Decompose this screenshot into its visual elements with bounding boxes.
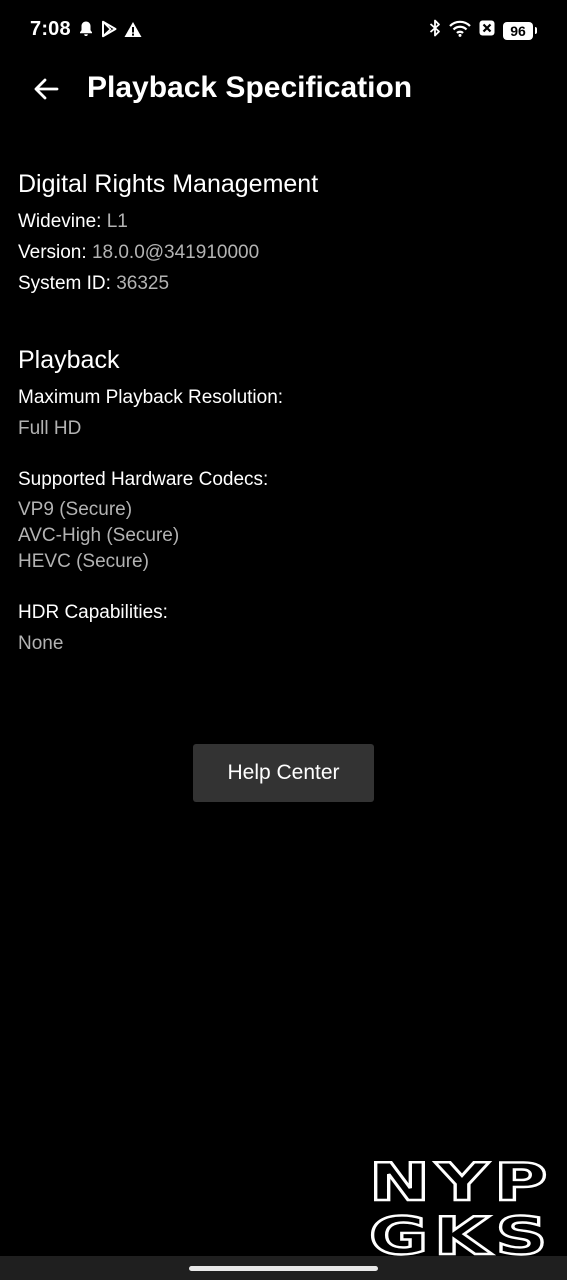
battery-indicator: 96 <box>503 21 533 40</box>
widevine-value: L1 <box>106 211 128 232</box>
codec-item: HEVC (Secure) <box>18 551 149 572</box>
system-icons: 96 <box>429 19 537 42</box>
wifi-icon <box>449 20 471 42</box>
close-box-icon <box>479 20 495 41</box>
drm-section: Digital Rights Management Widevine: L1 V… <box>18 166 548 299</box>
playback-section: Playback Maximum Playback Resolution: Fu… <box>18 342 548 659</box>
codecs-label: Supported Hardware Codecs: <box>18 469 269 490</box>
hdr-label: HDR Capabilities: <box>18 602 168 623</box>
arrow-left-icon <box>33 77 59 106</box>
navigation-bar <box>0 1256 567 1280</box>
hdr-value: None <box>18 633 64 654</box>
system-id-row: System ID: 36325 <box>18 268 548 299</box>
codec-item: VP9 (Secure) <box>18 499 133 520</box>
version-label: Version: <box>18 242 87 263</box>
system-id-label: System ID: <box>18 273 111 294</box>
max-resolution-label: Maximum Playback Resolution: <box>18 387 284 408</box>
spec-content: Digital Rights Management Widevine: L1 V… <box>18 166 548 659</box>
nypgks-watermark-logo: NYP GKS <box>368 1152 553 1260</box>
status-bar: 7:08 96 <box>0 0 567 62</box>
back-button[interactable] <box>24 69 68 113</box>
version-value: 18.0.0@341910000 <box>91 242 260 263</box>
playback-heading: Playback <box>18 346 120 374</box>
version-row: Version: 18.0.0@341910000 <box>18 237 548 268</box>
home-indicator[interactable] <box>189 1266 378 1271</box>
page-title: Playback Specification <box>87 71 413 104</box>
drm-heading: Digital Rights Management <box>18 170 319 198</box>
help-center-button[interactable]: Help Center <box>193 744 374 802</box>
bell-icon <box>78 20 94 43</box>
warning-icon <box>124 21 142 43</box>
widevine-row: Widevine: L1 <box>18 206 548 237</box>
widevine-label: Widevine: <box>18 211 102 232</box>
battery-nub <box>535 27 537 34</box>
max-resolution-value: Full HD <box>18 418 82 439</box>
status-time: 7:08 <box>30 18 71 40</box>
watermark-line-1: NYP <box>369 1153 553 1213</box>
bluetooth-icon <box>429 19 441 42</box>
watermark-line-2: GKS <box>369 1207 553 1260</box>
codec-item: AVC-High (Secure) <box>18 525 180 546</box>
system-id-value: 36325 <box>116 273 170 294</box>
play-store-icon <box>100 20 118 43</box>
notification-icons <box>78 20 142 43</box>
